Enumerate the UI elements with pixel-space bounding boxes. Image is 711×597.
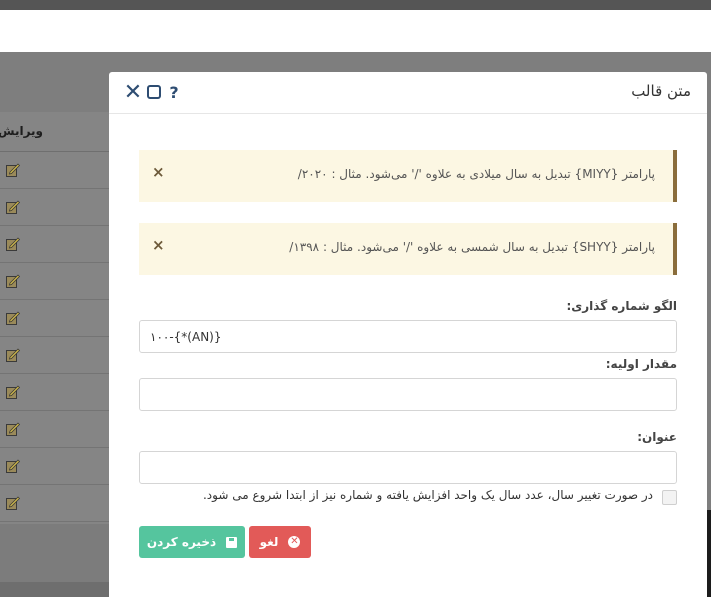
pencil-icon[interactable] [6,347,20,362]
year-reset-label: در صورت تغییر سال، عدد سال یک واحد افزای… [202,488,653,502]
alert-close-icon[interactable]: × [152,163,165,181]
year-reset-checkbox[interactable] [662,490,677,505]
maximize-icon[interactable] [146,81,162,103]
modal-header: ✕ ? متن قالب [109,72,707,114]
pencil-icon[interactable] [6,236,20,251]
background-footer-bar [0,582,110,597]
pattern-input[interactable] [139,320,677,353]
modal-title: متن قالب [631,82,691,100]
pattern-label: الگو شماره گذاری: [566,299,677,313]
floppy-disk-icon [226,536,238,548]
cancel-button[interactable]: ✕ لغو [249,526,311,558]
alert-close-icon[interactable]: × [152,236,165,254]
close-icon[interactable]: ✕ [123,80,143,105]
template-text-modal: ✕ ? متن قالب × پارامتر {MIYY} تبدیل به س… [109,72,707,597]
background-footer [0,524,110,582]
maximize-box [147,85,161,99]
edit-column-header: ویرایش [0,124,44,138]
save-button-label: ذخیره کردن [146,535,217,549]
pencil-icon[interactable] [6,458,20,473]
title-input[interactable] [139,451,677,484]
pencil-icon[interactable] [6,384,20,399]
top-bar [0,0,711,10]
pencil-icon[interactable] [6,310,20,325]
pencil-icon[interactable] [6,273,20,288]
pencil-icon[interactable] [6,495,20,510]
initial-value-label: مقدار اولیه: [605,357,677,371]
help-icon[interactable]: ? [167,81,181,103]
title-label: عنوان: [637,430,677,444]
pencil-icon[interactable] [6,199,20,214]
alert-shyy: × پارامتر {SHYY} تبدیل به سال شمسی به عل… [139,223,677,275]
pencil-icon[interactable] [6,421,20,436]
alert-miyy: × پارامتر {MIYY} تبدیل به سال میلادی به … [139,150,677,202]
alert-text: پارامتر {MIYY} تبدیل به سال میلادی به عل… [297,167,655,181]
initial-value-input[interactable] [139,378,677,411]
cancel-button-label: لغو [259,535,279,549]
pencil-icon[interactable] [6,162,20,177]
alert-text: پارامتر {SHYY} تبدیل به سال شمسی به علاو… [289,240,655,254]
cancel-circle-icon: ✕ [288,536,301,548]
save-button[interactable]: ذخیره کردن [139,526,245,558]
header-bar [0,10,711,52]
